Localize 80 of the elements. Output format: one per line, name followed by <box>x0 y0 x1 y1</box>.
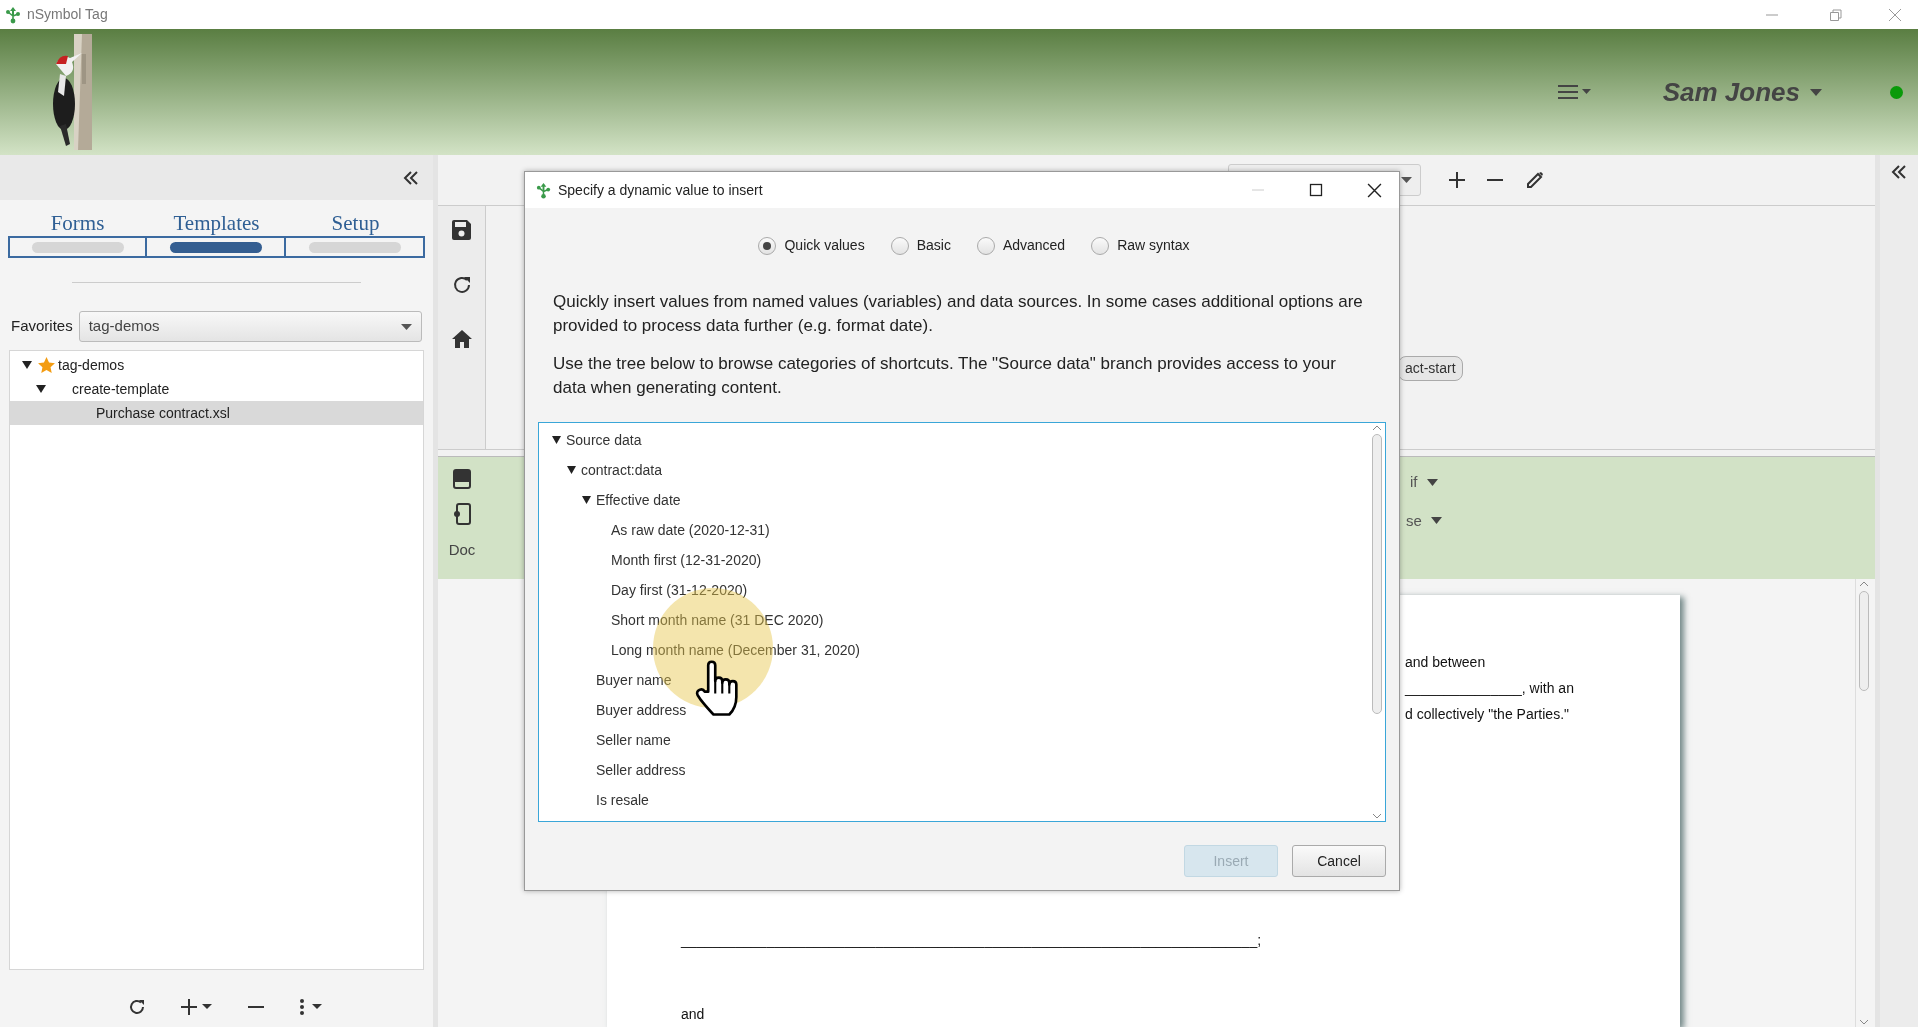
tree-item[interactable]: tag-demos <box>10 353 423 377</box>
favorites-label: Favorites <box>11 316 73 337</box>
caret-icon <box>1426 478 1438 486</box>
tree-item[interactable]: As raw date (2020-12-31) <box>539 515 1369 545</box>
tree-item[interactable]: Is resale <box>539 785 1369 815</box>
radio-button[interactable] <box>976 236 995 255</box>
caret-icon <box>1810 88 1822 96</box>
tree-item[interactable]: Short month name (31 DEC 2020) <box>539 605 1369 635</box>
scroll-up-icon[interactable] <box>1372 425 1382 431</box>
radio-button[interactable] <box>758 236 777 255</box>
app-logo-icon <box>535 181 552 199</box>
tree-item[interactable]: Month first (12-31-2020) <box>539 545 1369 575</box>
radio-button[interactable] <box>890 236 909 255</box>
radio-option[interactable]: Quick values <box>758 235 865 256</box>
document-text: d collectively "the Parties." <box>1405 705 1570 723</box>
tree-item[interactable]: Seller address <box>539 755 1369 785</box>
condition-dropdown[interactable]: se <box>1406 509 1442 532</box>
restore-icon[interactable] <box>1829 7 1843 22</box>
scrollbar[interactable] <box>1369 423 1385 821</box>
tab[interactable]: Templates <box>147 210 286 258</box>
dialog-button[interactable]: Cancel <box>1292 845 1386 877</box>
condition-dropdown[interactable]: if <box>1410 471 1442 494</box>
tab[interactable]: Forms <box>8 210 147 258</box>
scroll-up-icon[interactable] <box>1858 581 1869 587</box>
collapse-icon[interactable] <box>1891 165 1907 179</box>
tag-chip[interactable]: act-start <box>1398 356 1463 381</box>
expand-icon[interactable] <box>552 436 561 444</box>
caret-icon <box>401 323 412 330</box>
tree-item[interactable]: Buyer name <box>539 665 1369 695</box>
user-menu[interactable]: Sam Jones <box>1662 72 1822 112</box>
scrollbar[interactable] <box>1855 579 1871 1027</box>
close-icon[interactable] <box>1367 182 1382 198</box>
document-text: and between <box>1405 653 1487 671</box>
expand-icon[interactable] <box>567 466 576 474</box>
tree-item[interactable]: Buyer address <box>539 695 1369 725</box>
hand-cursor-icon <box>694 660 740 718</box>
collapse-icon[interactable] <box>403 170 419 185</box>
radio-option[interactable]: Basic <box>890 235 951 256</box>
tree-item[interactable]: create-template <box>10 377 423 401</box>
radio-option[interactable]: Raw syntax <box>1091 235 1190 256</box>
description-text: Quickly insert values from named values (variables) and data sources. In some cases additional options are provided to process data further (e.g. format date). <box>553 291 1364 337</box>
scroll-down-icon[interactable] <box>1372 813 1382 819</box>
page-settings-icon[interactable] <box>452 503 472 525</box>
tree-item[interactable]: Day first (31-12-2020) <box>539 575 1369 605</box>
scroll-down-icon[interactable] <box>1858 1019 1869 1025</box>
favorites-dropdown[interactable]: tag-demos <box>78 311 422 342</box>
tab[interactable]: Setup <box>286 210 425 258</box>
page-icon[interactable] <box>453 469 471 489</box>
dialog-title: Specify a dynamic value to insert <box>558 180 763 200</box>
window-title: nSymbol Tag <box>27 5 108 24</box>
radio-option[interactable]: Advanced <box>976 235 1066 256</box>
maximize-icon[interactable] <box>1309 183 1323 197</box>
tree-item[interactable]: Long month name (December 31, 2020) <box>539 635 1369 665</box>
tree-item[interactable]: Purchase contract.xsl <box>10 401 423 425</box>
home-icon[interactable] <box>451 330 472 348</box>
expand-icon[interactable] <box>582 496 591 504</box>
caret-icon <box>1430 517 1442 525</box>
refresh-icon[interactable] <box>127 998 146 1016</box>
add-icon[interactable] <box>179 999 214 1015</box>
add-icon[interactable] <box>1449 172 1465 188</box>
tree-item[interactable]: Source data <box>539 425 1369 455</box>
document-text: _______________, with an <box>1405 679 1575 697</box>
scroll-thumb[interactable] <box>1858 591 1869 691</box>
edit-icon[interactable] <box>1525 170 1544 190</box>
tree-item[interactable]: Seller name <box>539 725 1369 755</box>
expand-icon[interactable] <box>36 385 46 393</box>
section-label: Doc <box>448 540 476 560</box>
refresh-icon[interactable] <box>451 275 472 295</box>
scroll-thumb[interactable] <box>1372 434 1382 714</box>
tree-item[interactable]: contract:data <box>539 455 1369 485</box>
radio-button[interactable] <box>1091 236 1110 255</box>
app-logo-icon <box>4 5 22 24</box>
tree-item[interactable]: Effective date <box>539 485 1369 515</box>
document-text: __________________________________________________________________________; <box>681 931 1263 949</box>
expand-icon[interactable] <box>22 361 32 369</box>
document-text: and <box>681 1005 706 1023</box>
menu-icon[interactable] <box>1556 84 1593 100</box>
caret-icon <box>1401 177 1412 183</box>
description-text: Use the tree below to browse categories of shortcuts. The "Source data" branch provides access to your data when generating content. <box>553 353 1337 399</box>
save-icon[interactable] <box>452 220 471 240</box>
